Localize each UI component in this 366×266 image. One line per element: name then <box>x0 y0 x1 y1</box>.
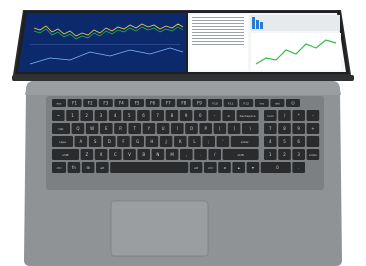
key-label: F10 <box>212 102 218 106</box>
key-label: enter <box>241 140 250 144</box>
key-label: backspace <box>240 114 256 118</box>
key-label: F4 <box>119 101 124 106</box>
key-label: . <box>298 165 299 170</box>
key-label: F8 <box>181 101 186 106</box>
key-label: shift <box>237 153 244 157</box>
touchpad <box>110 200 209 257</box>
key-label: 4 <box>269 139 272 144</box>
key-label: M <box>170 152 174 157</box>
key-label: 1 <box>71 113 74 118</box>
key-label: F7 <box>166 101 171 106</box>
key-label: 0 <box>199 113 202 118</box>
screen-right-spreadsheet <box>188 13 346 72</box>
key-label: esc <box>56 102 61 106</box>
key-label: C <box>114 152 117 157</box>
key-label: ctrl <box>208 166 213 170</box>
key-label: 3 <box>100 113 103 118</box>
key-label: enter <box>309 153 318 157</box>
key-label: F2 <box>88 101 93 106</box>
key-label: = <box>227 113 230 118</box>
key-label: ctrl <box>57 166 62 170</box>
key-label: X <box>100 152 103 157</box>
key-label: ▾ <box>252 165 254 170</box>
key-label: . <box>200 152 201 157</box>
key-label: fn <box>72 165 76 170</box>
key-label: Z <box>86 152 89 157</box>
key-label: D <box>108 139 111 144</box>
key-label: * <box>298 113 300 118</box>
key-label: 8 <box>171 113 174 118</box>
key-label: ' <box>222 139 223 144</box>
screen-left-trading-chart <box>18 13 186 72</box>
key-label: 8 <box>283 126 286 131</box>
key-label: F9 <box>197 101 202 106</box>
key-label: tab <box>59 127 64 131</box>
key-label: O <box>190 126 193 131</box>
key-label: U <box>162 126 165 131</box>
key-label: I <box>177 126 178 131</box>
key-label: , <box>186 152 187 157</box>
key-label: F3 <box>103 101 108 106</box>
key-label: 2 <box>85 113 88 118</box>
key-label: H <box>150 139 153 144</box>
key-label: ◂ <box>223 165 225 170</box>
key-label: ; <box>208 139 209 144</box>
key-label: 3 <box>297 152 300 157</box>
key-label: Q <box>76 126 79 131</box>
key-label: B <box>142 152 145 157</box>
key-label: Y <box>147 126 151 131</box>
key-label: N <box>156 152 159 157</box>
key-label: ~ <box>57 113 60 118</box>
key <box>110 162 189 173</box>
key-label: A <box>80 139 83 144</box>
key-label: 7 <box>269 126 272 131</box>
key-label: R <box>119 126 122 131</box>
key-label: 7 <box>156 113 159 118</box>
key-label: 6 <box>297 139 300 144</box>
key-label: 0 <box>276 165 279 170</box>
key-label: 5 <box>283 139 286 144</box>
key-label: F5 <box>135 101 140 106</box>
key-label: V <box>128 152 131 157</box>
key-label: 9 <box>297 126 300 131</box>
key-label: W <box>90 126 94 131</box>
key-label: 2 <box>283 152 286 157</box>
key-label: F1 <box>72 101 77 106</box>
key-label: 1 <box>269 152 272 157</box>
key-label: T <box>132 126 136 131</box>
key-label: caps <box>59 140 66 144</box>
key-numpad <box>306 136 320 147</box>
key-label: F11 <box>228 102 234 106</box>
key-label: ⊞ <box>86 165 89 170</box>
key-label: del <box>275 102 280 106</box>
key-label: 6 <box>142 113 145 118</box>
key-label: F6 <box>150 101 155 106</box>
key-label: G <box>136 139 139 144</box>
key-label: + <box>311 126 314 131</box>
key-label: F12 <box>243 102 249 106</box>
key-label: K <box>179 139 182 144</box>
laptop-photo: esc F1 F2 F3 F4 F5 F6 F7 F8 F9 F10 F11 F12 ins del ⏻~ 1 2… <box>12 10 354 266</box>
key-label: ▴ <box>238 165 240 170</box>
key-label: 5 <box>128 113 131 118</box>
hinge-bar <box>12 75 354 81</box>
key-label: J <box>165 139 167 144</box>
key-label: num <box>267 114 274 118</box>
key-label: ins <box>260 102 265 106</box>
key-label: shift <box>62 153 69 157</box>
